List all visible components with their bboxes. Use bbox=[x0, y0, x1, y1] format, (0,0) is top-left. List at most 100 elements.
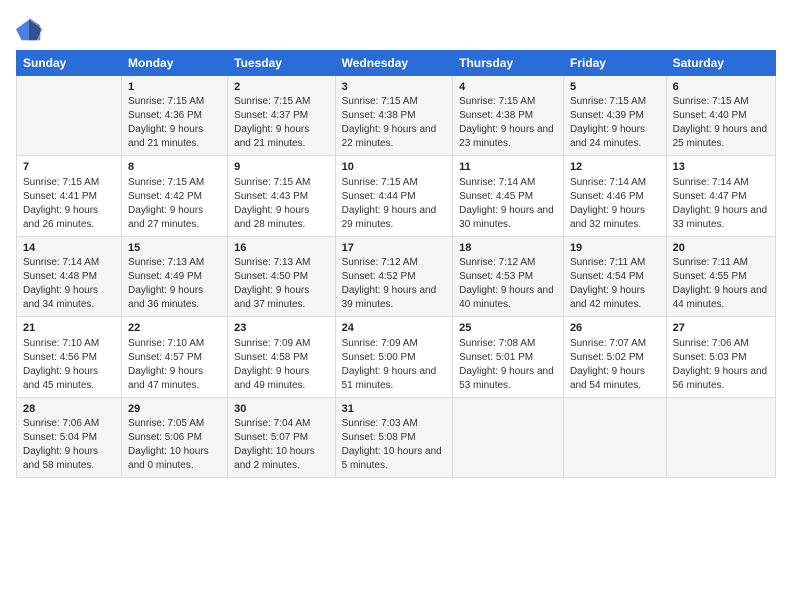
week-row: 14Sunrise: 7:14 AMSunset: 4:48 PMDayligh… bbox=[17, 236, 776, 316]
daylight: Daylight: 9 hours and 34 minutes. bbox=[23, 284, 115, 312]
sunrise: Sunrise: 7:13 AM bbox=[234, 256, 328, 270]
calendar-cell: 23Sunrise: 7:09 AMSunset: 4:58 PMDayligh… bbox=[228, 317, 335, 397]
sunrise: Sunrise: 7:04 AM bbox=[234, 417, 328, 431]
daylight: Daylight: 9 hours and 30 minutes. bbox=[459, 204, 557, 232]
calendar-cell: 11Sunrise: 7:14 AMSunset: 4:45 PMDayligh… bbox=[453, 156, 564, 236]
daylight: Daylight: 9 hours and 53 minutes. bbox=[459, 365, 557, 393]
sunset: Sunset: 4:48 PM bbox=[23, 270, 115, 284]
calendar-table: Sunday Monday Tuesday Wednesday Thursday… bbox=[16, 50, 776, 478]
sunset: Sunset: 5:06 PM bbox=[128, 431, 221, 445]
day-number: 29 bbox=[128, 402, 221, 417]
calendar-cell: 21Sunrise: 7:10 AMSunset: 4:56 PMDayligh… bbox=[17, 317, 122, 397]
calendar-cell bbox=[563, 397, 666, 477]
sunrise: Sunrise: 7:15 AM bbox=[342, 176, 447, 190]
sunset: Sunset: 5:04 PM bbox=[23, 431, 115, 445]
calendar-cell: 22Sunrise: 7:10 AMSunset: 4:57 PMDayligh… bbox=[122, 317, 228, 397]
calendar-cell: 4Sunrise: 7:15 AMSunset: 4:38 PMDaylight… bbox=[453, 76, 564, 156]
sunrise: Sunrise: 7:09 AM bbox=[234, 337, 328, 351]
calendar-cell: 19Sunrise: 7:11 AMSunset: 4:54 PMDayligh… bbox=[563, 236, 666, 316]
sunrise: Sunrise: 7:14 AM bbox=[673, 176, 769, 190]
day-number: 31 bbox=[342, 402, 447, 417]
day-number: 30 bbox=[234, 402, 328, 417]
sunset: Sunset: 4:54 PM bbox=[570, 270, 660, 284]
sunrise: Sunrise: 7:13 AM bbox=[128, 256, 221, 270]
sunset: Sunset: 5:07 PM bbox=[234, 431, 328, 445]
sunrise: Sunrise: 7:12 AM bbox=[342, 256, 447, 270]
logo-icon bbox=[16, 16, 44, 44]
calendar-cell: 1Sunrise: 7:15 AMSunset: 4:36 PMDaylight… bbox=[122, 76, 228, 156]
sunset: Sunset: 4:45 PM bbox=[459, 190, 557, 204]
sunrise: Sunrise: 7:06 AM bbox=[673, 337, 769, 351]
sunrise: Sunrise: 7:14 AM bbox=[23, 256, 115, 270]
daylight: Daylight: 9 hours and 54 minutes. bbox=[570, 365, 660, 393]
sunset: Sunset: 4:58 PM bbox=[234, 351, 328, 365]
sunrise: Sunrise: 7:15 AM bbox=[23, 176, 115, 190]
day-number: 11 bbox=[459, 160, 557, 175]
sunrise: Sunrise: 7:15 AM bbox=[234, 95, 328, 109]
week-row: 7Sunrise: 7:15 AMSunset: 4:41 PMDaylight… bbox=[17, 156, 776, 236]
sunset: Sunset: 4:46 PM bbox=[570, 190, 660, 204]
sunset: Sunset: 4:44 PM bbox=[342, 190, 447, 204]
day-number: 20 bbox=[673, 241, 769, 256]
calendar-cell: 2Sunrise: 7:15 AMSunset: 4:37 PMDaylight… bbox=[228, 76, 335, 156]
sunset: Sunset: 4:52 PM bbox=[342, 270, 447, 284]
daylight: Daylight: 9 hours and 21 minutes. bbox=[128, 123, 221, 151]
daylight: Daylight: 10 hours and 5 minutes. bbox=[342, 445, 447, 473]
sunrise: Sunrise: 7:15 AM bbox=[234, 176, 328, 190]
calendar-cell: 29Sunrise: 7:05 AMSunset: 5:06 PMDayligh… bbox=[122, 397, 228, 477]
day-number: 7 bbox=[23, 160, 115, 175]
daylight: Daylight: 9 hours and 22 minutes. bbox=[342, 123, 447, 151]
page-container: Sunday Monday Tuesday Wednesday Thursday… bbox=[0, 0, 792, 486]
calendar-cell: 3Sunrise: 7:15 AMSunset: 4:38 PMDaylight… bbox=[335, 76, 453, 156]
daylight: Daylight: 9 hours and 40 minutes. bbox=[459, 284, 557, 312]
daylight: Daylight: 10 hours and 2 minutes. bbox=[234, 445, 328, 473]
daylight: Daylight: 9 hours and 37 minutes. bbox=[234, 284, 328, 312]
sunset: Sunset: 4:39 PM bbox=[570, 109, 660, 123]
col-monday: Monday bbox=[122, 51, 228, 76]
daylight: Daylight: 9 hours and 26 minutes. bbox=[23, 204, 115, 232]
calendar-cell: 27Sunrise: 7:06 AMSunset: 5:03 PMDayligh… bbox=[666, 317, 775, 397]
daylight: Daylight: 9 hours and 56 minutes. bbox=[673, 365, 769, 393]
calendar-cell: 9Sunrise: 7:15 AMSunset: 4:43 PMDaylight… bbox=[228, 156, 335, 236]
sunset: Sunset: 5:03 PM bbox=[673, 351, 769, 365]
col-saturday: Saturday bbox=[666, 51, 775, 76]
calendar-cell: 26Sunrise: 7:07 AMSunset: 5:02 PMDayligh… bbox=[563, 317, 666, 397]
sunrise: Sunrise: 7:07 AM bbox=[570, 337, 660, 351]
calendar-cell: 24Sunrise: 7:09 AMSunset: 5:00 PMDayligh… bbox=[335, 317, 453, 397]
calendar-cell: 17Sunrise: 7:12 AMSunset: 4:52 PMDayligh… bbox=[335, 236, 453, 316]
calendar-cell: 20Sunrise: 7:11 AMSunset: 4:55 PMDayligh… bbox=[666, 236, 775, 316]
daylight: Daylight: 9 hours and 28 minutes. bbox=[234, 204, 328, 232]
col-wednesday: Wednesday bbox=[335, 51, 453, 76]
sunrise: Sunrise: 7:15 AM bbox=[342, 95, 447, 109]
sunrise: Sunrise: 7:10 AM bbox=[128, 337, 221, 351]
sunset: Sunset: 5:02 PM bbox=[570, 351, 660, 365]
daylight: Daylight: 9 hours and 45 minutes. bbox=[23, 365, 115, 393]
calendar-header: Sunday Monday Tuesday Wednesday Thursday… bbox=[17, 51, 776, 76]
sunrise: Sunrise: 7:14 AM bbox=[570, 176, 660, 190]
sunset: Sunset: 4:49 PM bbox=[128, 270, 221, 284]
daylight: Daylight: 10 hours and 0 minutes. bbox=[128, 445, 221, 473]
day-number: 15 bbox=[128, 241, 221, 256]
calendar-cell: 30Sunrise: 7:04 AMSunset: 5:07 PMDayligh… bbox=[228, 397, 335, 477]
day-number: 24 bbox=[342, 321, 447, 336]
sunrise: Sunrise: 7:10 AM bbox=[23, 337, 115, 351]
sunrise: Sunrise: 7:12 AM bbox=[459, 256, 557, 270]
day-number: 26 bbox=[570, 321, 660, 336]
day-number: 27 bbox=[673, 321, 769, 336]
day-number: 16 bbox=[234, 241, 328, 256]
logo bbox=[16, 16, 48, 44]
day-number: 23 bbox=[234, 321, 328, 336]
calendar-cell: 16Sunrise: 7:13 AMSunset: 4:50 PMDayligh… bbox=[228, 236, 335, 316]
calendar-body: 1Sunrise: 7:15 AMSunset: 4:36 PMDaylight… bbox=[17, 76, 776, 478]
sunrise: Sunrise: 7:14 AM bbox=[459, 176, 557, 190]
calendar-cell: 25Sunrise: 7:08 AMSunset: 5:01 PMDayligh… bbox=[453, 317, 564, 397]
day-number: 5 bbox=[570, 80, 660, 95]
sunrise: Sunrise: 7:15 AM bbox=[128, 176, 221, 190]
daylight: Daylight: 9 hours and 33 minutes. bbox=[673, 204, 769, 232]
sunset: Sunset: 4:47 PM bbox=[673, 190, 769, 204]
col-thursday: Thursday bbox=[453, 51, 564, 76]
col-friday: Friday bbox=[563, 51, 666, 76]
day-number: 4 bbox=[459, 80, 557, 95]
sunset: Sunset: 4:38 PM bbox=[342, 109, 447, 123]
sunset: Sunset: 4:43 PM bbox=[234, 190, 328, 204]
